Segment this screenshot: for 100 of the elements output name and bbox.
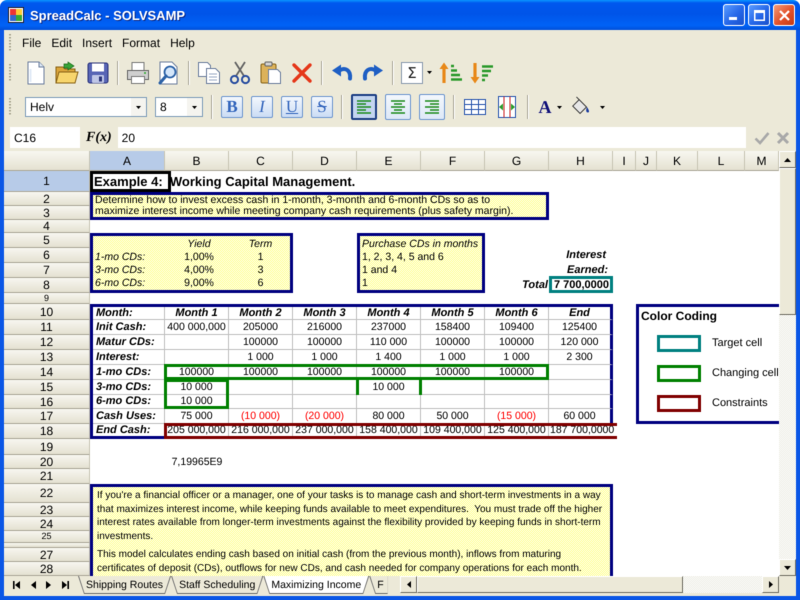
- column-header[interactable]: H: [549, 151, 613, 171]
- scissors-icon[interactable]: [228, 60, 252, 84]
- row-header[interactable]: 18: [4, 424, 90, 439]
- empty-cell: [229, 380, 293, 395]
- menu-item[interactable]: Edit: [46, 34, 78, 52]
- dropdown-button[interactable]: [131, 98, 146, 116]
- first-sheet-icon[interactable]: [13, 580, 20, 588]
- menu-item[interactable]: Insert: [77, 34, 118, 52]
- column-header[interactable]: D: [293, 151, 357, 171]
- left-arrow-icon: [406, 581, 410, 588]
- underline-button[interactable]: U: [281, 96, 303, 118]
- row-header[interactable]: 14: [4, 365, 90, 380]
- copy-icon[interactable]: [197, 60, 221, 84]
- scroll-up-button[interactable]: [779, 151, 796, 168]
- menu-item[interactable]: Help: [165, 34, 200, 52]
- sheet-tab[interactable]: F: [369, 576, 388, 594]
- sort-ascending-icon[interactable]: [439, 60, 463, 84]
- row-header[interactable]: 4: [4, 220, 90, 233]
- amount-text: 50 000: [436, 410, 469, 422]
- row-header[interactable]: 2: [4, 192, 90, 206]
- maximize-button[interactable]: [748, 4, 770, 26]
- row-header[interactable]: 28: [4, 562, 90, 576]
- row-header[interactable]: 25: [4, 531, 90, 543]
- caret-icon[interactable]: [427, 71, 432, 74]
- minimize-button[interactable]: [723, 4, 745, 26]
- row-header[interactable]: 5: [4, 233, 90, 248]
- amount-text: 1 000: [247, 352, 274, 362]
- check-icon[interactable]: [754, 130, 770, 144]
- row-header[interactable]: 15: [4, 380, 90, 395]
- last-sheet-icon[interactable]: [62, 580, 69, 588]
- row-header[interactable]: 22: [4, 484, 90, 503]
- function-label[interactable]: F(x): [86, 130, 112, 146]
- row-label: 6-mo CDs:: [95, 277, 146, 290]
- font-color-button[interactable]: A: [537, 96, 553, 118]
- scroll-down-button[interactable]: [779, 559, 796, 576]
- column-header[interactable]: I: [613, 151, 636, 171]
- amount-text: 80 000: [372, 410, 405, 422]
- column-header[interactable]: M: [745, 151, 779, 171]
- row-header[interactable]: 1: [4, 171, 90, 192]
- column-header[interactable]: L: [698, 151, 745, 171]
- amount-text: 75 000: [180, 410, 213, 422]
- sort-descending-icon[interactable]: [470, 60, 494, 84]
- menu-item[interactable]: File: [17, 34, 46, 52]
- row-label: 1-mo CDs:: [95, 250, 146, 263]
- align-left-button[interactable]: [351, 94, 377, 120]
- row-header[interactable]: 24: [4, 517, 90, 531]
- row-header[interactable]: 10: [4, 304, 90, 320]
- row-header[interactable]: 11: [4, 320, 90, 335]
- sheet-tab[interactable]: Shipping Routes: [78, 576, 172, 594]
- row-header[interactable]: 13: [4, 350, 90, 365]
- row-header[interactable]: 17: [4, 409, 90, 424]
- column-header[interactable]: C: [229, 151, 293, 171]
- row-header[interactable]: 7: [4, 263, 90, 278]
- column-header[interactable]: F: [421, 151, 485, 171]
- row-header[interactable]: 3: [4, 206, 90, 220]
- row-header[interactable]: 19: [4, 439, 90, 455]
- column-header[interactable]: K: [657, 151, 698, 171]
- font-size-dropdown[interactable]: 8: [155, 97, 203, 117]
- column-header[interactable]: E: [357, 151, 421, 171]
- bold-button[interactable]: B: [221, 96, 243, 118]
- next-sheet-icon[interactable]: [46, 580, 52, 588]
- row-header[interactable]: 9: [4, 293, 90, 304]
- italic-button[interactable]: I: [251, 96, 273, 118]
- column-header[interactable]: J: [636, 151, 657, 171]
- scroll-thumb[interactable]: [417, 576, 683, 593]
- sheet-tab[interactable]: Staff Scheduling: [171, 576, 264, 594]
- scroll-thumb[interactable]: [779, 168, 796, 315]
- column-width-icon[interactable]: [495, 95, 519, 119]
- delete-icon[interactable]: [290, 60, 314, 84]
- column-header[interactable]: A: [90, 151, 165, 171]
- row-header[interactable]: 21: [4, 469, 90, 484]
- sheet-tab[interactable]: Maximizing Income: [263, 576, 370, 594]
- row-header[interactable]: 23: [4, 503, 90, 517]
- align-center-button[interactable]: [385, 94, 411, 120]
- row-header[interactable]: 6: [4, 248, 90, 263]
- clipboard-icon[interactable]: [259, 60, 283, 84]
- previous-sheet-icon[interactable]: [30, 580, 36, 588]
- folder-icon[interactable]: [55, 60, 79, 84]
- row-header[interactable]: 27: [4, 548, 90, 562]
- align-right-button[interactable]: [419, 94, 445, 120]
- row-header[interactable]: 16: [4, 395, 90, 409]
- caret-icon[interactable]: [557, 106, 562, 108]
- font-name-dropdown[interactable]: Helv: [25, 97, 147, 117]
- scroll-left-button[interactable]: [400, 576, 417, 593]
- close-button[interactable]: [773, 4, 795, 26]
- row-header[interactable]: 12: [4, 335, 90, 350]
- row-header[interactable]: 20: [4, 455, 90, 469]
- sum-button[interactable]: Σ: [401, 62, 423, 84]
- column-header[interactable]: G: [485, 151, 549, 171]
- column-header[interactable]: B: [165, 151, 229, 171]
- amount-text: 100000: [434, 366, 470, 378]
- caret-icon[interactable]: [600, 106, 605, 108]
- scroll-right-button[interactable]: [762, 576, 779, 593]
- dropdown-button[interactable]: [187, 98, 202, 116]
- strikethrough-button[interactable]: S: [311, 96, 333, 118]
- formula-field[interactable]: 20: [118, 127, 746, 148]
- cell-reference-field[interactable]: C16: [10, 127, 80, 148]
- row-header[interactable]: 8: [4, 278, 90, 293]
- printer-icon[interactable]: [126, 60, 150, 84]
- menu-item[interactable]: Format: [117, 34, 166, 52]
